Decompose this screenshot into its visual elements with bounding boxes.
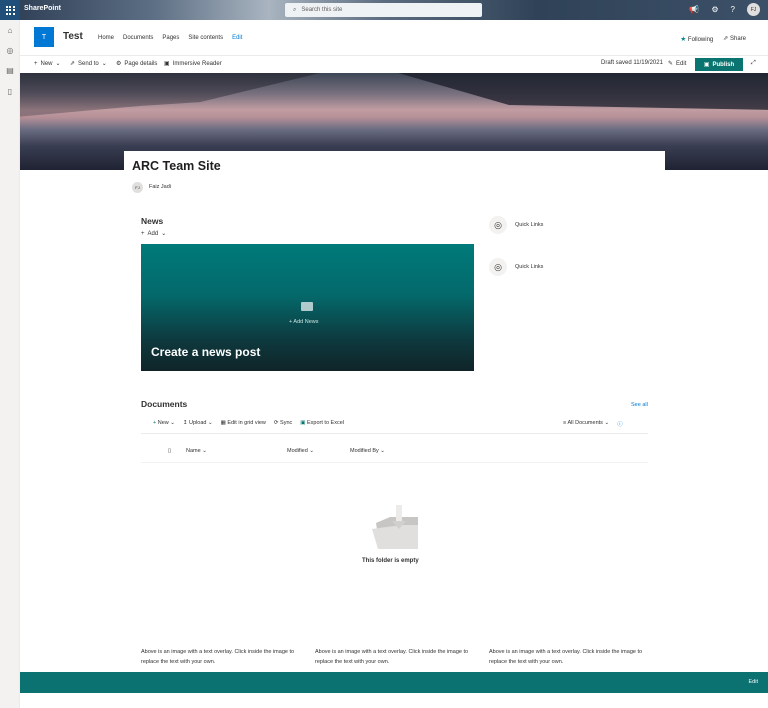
nav-documents[interactable]: Documents: [123, 35, 153, 41]
edit-grid-view-button[interactable]: ▦ Edit in grid view: [221, 420, 266, 426]
excel-icon: ▣: [300, 420, 306, 426]
draft-saved-status: Draft saved 11/19/2021: [601, 60, 663, 66]
view-selector[interactable]: ≡ All Documents ⌄: [563, 420, 609, 428]
search-placeholder: Search this site: [301, 7, 343, 13]
doc-upload-button[interactable]: ↥ Upload ⌄: [183, 420, 213, 426]
command-bar: + New ⌄ ⇗ Send to ⌄ ⚙ Page details ▣ Immersive…: [20, 56, 768, 73]
news-icon[interactable]: ▤: [5, 66, 15, 76]
site-title[interactable]: Test: [63, 31, 83, 42]
chevron-down-icon: ⌄: [161, 231, 167, 237]
add-news-link[interactable]: + Add News: [289, 319, 319, 325]
immersive-reader-button[interactable]: ▣ Immersive Reader: [164, 60, 222, 68]
nav-site-contents[interactable]: Site contents: [188, 35, 223, 41]
news-placeholder-card[interactable]: + Add News Create a news post: [141, 244, 474, 371]
column-modified-by[interactable]: Modified By ⌄: [350, 448, 385, 454]
documents-heading: Documents: [141, 399, 188, 409]
author-avatar: FJ: [132, 182, 143, 193]
reader-icon: ▣: [164, 61, 170, 67]
sharepoint-brand[interactable]: SharePoint: [24, 5, 61, 12]
following-button[interactable]: ★ Following: [680, 35, 713, 43]
publish-icon: ▣: [703, 62, 710, 68]
empty-folder-icon: [372, 505, 418, 549]
user-avatar[interactable]: FJ: [747, 3, 760, 16]
site-nav: Home Documents Pages Site contents Edit: [98, 35, 242, 41]
chevron-down-icon: ⌄: [101, 61, 107, 67]
upload-icon: ↥: [182, 420, 188, 426]
site-header: T Test Home Documents Pages Site content…: [20, 20, 768, 56]
title-region: ARC Team Site FJ Faiz Jadi: [124, 151, 665, 201]
star-icon: ★: [680, 36, 687, 43]
quick-link-2[interactable]: ◎ Quick Links: [489, 258, 543, 276]
documents-column-headers: ▯ Name ⌄ Modified ⌄ Modified By ⌄: [168, 448, 385, 454]
send-to-button[interactable]: ⇗ Send to ⌄: [70, 60, 107, 68]
left-rail: ⌂ ◎ ▤ ▯: [0, 20, 20, 708]
megaphone-icon[interactable]: 📢: [689, 5, 699, 14]
globe-icon[interactable]: ◎: [5, 46, 15, 56]
grid-icon: ▦: [220, 420, 226, 426]
export-excel-button[interactable]: ▣ Export to Excel: [300, 420, 344, 426]
image-caption-2[interactable]: Above is an image with a text overlay. C…: [315, 647, 470, 667]
column-modified[interactable]: Modified ⌄: [287, 448, 350, 454]
filter-icon: ≡: [563, 420, 567, 426]
expand-icon[interactable]: ⤢: [751, 60, 756, 67]
globe-icon: ◎: [489, 216, 507, 234]
sync-button[interactable]: ⟳ Sync: [274, 420, 292, 426]
document-icon[interactable]: ▯: [5, 87, 15, 97]
info-icon[interactable]: ⓘ: [617, 420, 623, 428]
sync-icon: ⟳: [273, 420, 279, 426]
send-icon: ⇗: [70, 61, 76, 67]
file-type-icon: ▯: [168, 448, 172, 454]
chevron-down-icon: ⌄: [55, 61, 61, 67]
plus-icon: +: [141, 230, 145, 237]
site-logo[interactable]: T: [34, 27, 54, 47]
plus-icon: +: [34, 60, 38, 67]
suite-bar: SharePoint ⌕ Search this site 📢 ⚙ ? FJ: [0, 0, 768, 20]
nav-edit[interactable]: Edit: [232, 35, 242, 41]
nav-pages[interactable]: Pages: [162, 35, 179, 41]
globe-icon: ◎: [489, 258, 507, 276]
home-icon[interactable]: ⌂: [5, 26, 15, 36]
image-caption-3[interactable]: Above is an image with a text overlay. C…: [489, 647, 644, 667]
author-name[interactable]: Faiz Jadi: [149, 184, 171, 190]
footer: Edit: [20, 672, 768, 693]
share-icon: ⇗: [723, 36, 729, 42]
doc-new-button[interactable]: + New ⌄: [153, 420, 175, 426]
column-name[interactable]: Name ⌄: [186, 448, 287, 454]
app-launcher-icon[interactable]: [0, 0, 20, 20]
new-button[interactable]: + New ⌄: [34, 60, 61, 68]
search-input[interactable]: ⌕ Search this site: [285, 3, 482, 17]
page-details-button[interactable]: ⚙ Page details: [116, 60, 157, 68]
help-icon[interactable]: ?: [731, 5, 735, 14]
plus-icon: +: [153, 420, 157, 426]
image-icon: [301, 302, 313, 311]
search-icon: ⌕: [293, 6, 297, 13]
page-title[interactable]: ARC Team Site: [132, 159, 221, 173]
see-all-link[interactable]: See all: [631, 402, 648, 408]
gear-icon: ⚙: [116, 61, 122, 67]
news-heading: News: [141, 216, 164, 226]
empty-folder-message: This folder is empty: [362, 558, 419, 564]
create-news-post-label: Create a news post: [151, 345, 261, 359]
gear-icon[interactable]: ⚙: [711, 5, 718, 14]
share-button[interactable]: ⇗ Share: [723, 35, 746, 43]
documents-toolbar: + New ⌄ ↥ Upload ⌄ ▦ Edit in grid view ⟳…: [153, 420, 344, 426]
edit-button[interactable]: ✎ Edit: [668, 60, 686, 68]
nav-home[interactable]: Home: [98, 35, 114, 41]
news-add-button[interactable]: + Add ⌄: [141, 230, 167, 238]
footer-edit-button[interactable]: Edit: [749, 679, 758, 685]
image-caption-1[interactable]: Above is an image with a text overlay. C…: [141, 647, 296, 667]
publish-button[interactable]: ▣ Publish: [695, 58, 743, 71]
quick-link-1[interactable]: ◎ Quick Links: [489, 216, 543, 234]
pencil-icon: ✎: [668, 61, 674, 67]
